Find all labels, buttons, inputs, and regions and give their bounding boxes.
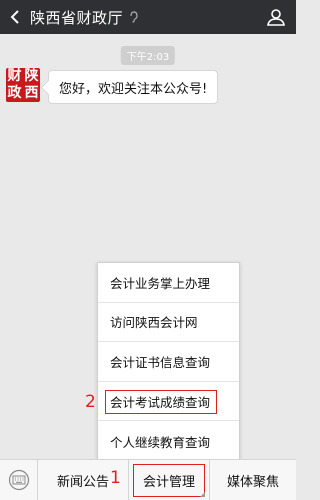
keyboard-toggle-button[interactable] bbox=[0, 459, 38, 500]
avatar-char: 财 bbox=[7, 68, 22, 84]
tab-accounting-management[interactable]: 会计管理 bbox=[129, 459, 210, 500]
message-timestamp: 下午2:03 bbox=[120, 46, 176, 65]
message-text: 您好，欢迎关注本公众号! bbox=[59, 81, 208, 97]
submenu-item-label: 访问陕西会计网 bbox=[110, 315, 198, 331]
submenu-item-label: 会计考试成绩查询 bbox=[110, 394, 211, 410]
submenu-popup: 会计业务掌上办理 访问陕西会计网 会计证书信息查询 会计考试成绩查询 个人继续教… bbox=[97, 262, 240, 460]
tab-label: 新闻公告 bbox=[56, 474, 109, 490]
avatar-char: 政 bbox=[7, 85, 22, 101]
submenu-item-website[interactable]: 访问陕西会计网 bbox=[98, 303, 239, 343]
avatar-char: 陕 bbox=[24, 68, 39, 84]
chevron-left-icon bbox=[10, 10, 19, 24]
highlight-box bbox=[133, 463, 205, 497]
submenu-item-label: 个人继续教育查询 bbox=[110, 434, 211, 450]
ear-icon bbox=[129, 11, 138, 23]
avatar[interactable]: 财 陕 政 西 bbox=[6, 68, 40, 102]
message-bubble: 您好，欢迎关注本公众号! bbox=[48, 70, 219, 104]
submenu-item-business[interactable]: 会计业务掌上办理 bbox=[98, 263, 239, 303]
tab-media[interactable]: 媒体聚焦 bbox=[210, 460, 296, 500]
profile-button[interactable] bbox=[266, 7, 286, 27]
submenu-item-label: 会计业务掌上办理 bbox=[110, 275, 211, 291]
submenu-indicator-icon bbox=[200, 491, 205, 497]
back-button[interactable] bbox=[0, 0, 30, 34]
annotation-number: 1 bbox=[110, 468, 121, 488]
annotation-number: 2 bbox=[85, 392, 96, 412]
bottom-menu-bar: 新闻公告 会计管理 媒体聚焦 bbox=[0, 459, 296, 500]
top-bar: 陕西省财政厅 bbox=[0, 0, 296, 34]
avatar-char: 西 bbox=[24, 85, 39, 101]
submenu-item-continuing-education[interactable]: 个人继续教育查询 bbox=[98, 421, 239, 461]
account-name: 陕西省财政厅 bbox=[30, 8, 124, 27]
submenu-item-label: 会计证书信息查询 bbox=[110, 354, 211, 370]
person-icon bbox=[267, 9, 285, 26]
submenu-item-exam-scores[interactable]: 会计考试成绩查询 bbox=[98, 382, 239, 422]
submenu-item-certificate[interactable]: 会计证书信息查询 bbox=[98, 342, 239, 382]
tab-label: 媒体聚焦 bbox=[226, 474, 279, 490]
page-title: 陕西省财政厅 bbox=[30, 7, 138, 28]
keyboard-icon bbox=[8, 469, 29, 491]
